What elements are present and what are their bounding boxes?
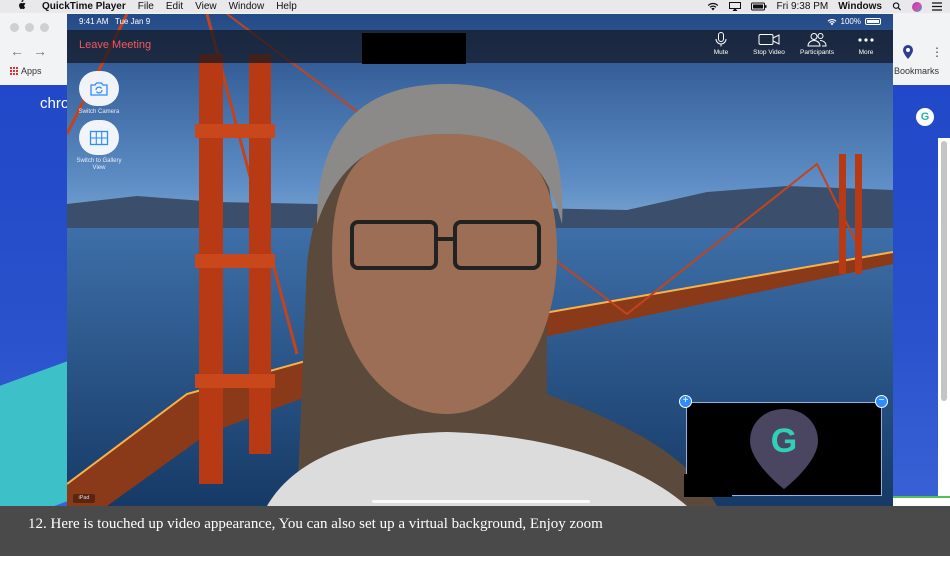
stop-video-label: Stop Video — [753, 49, 785, 56]
window-close-button[interactable] — [10, 23, 19, 32]
leave-meeting-button[interactable]: Leave Meeting — [79, 39, 151, 51]
redaction-box — [362, 33, 466, 64]
menu-extras: Fri 9:38 PM Windows — [707, 0, 942, 13]
mac-menu-bar: QuickTime Player File Edit View Window H… — [0, 0, 950, 13]
ipad-zoom-meeting-window: 9:41 AM Tue Jan 9 100% Leave Meeting Mut… — [67, 14, 893, 506]
pip-resize-handle-right[interactable]: − — [875, 395, 888, 408]
menu-view[interactable]: View — [195, 1, 217, 12]
microphone-icon — [715, 32, 727, 47]
notification-center-icon[interactable] — [932, 2, 942, 11]
bookmark-apps[interactable]: Apps — [10, 66, 42, 76]
ipad-battery-percent: 100% — [840, 17, 861, 26]
back-arrow-icon[interactable]: ← — [10, 43, 24, 59]
ipad-device-badge: iPad — [73, 494, 95, 503]
siri-icon[interactable] — [912, 1, 922, 12]
more-label: More — [858, 49, 874, 56]
grid-icon — [89, 130, 109, 145]
home-indicator[interactable] — [372, 500, 590, 503]
other-bookmarks[interactable]: Bookmarks — [894, 66, 939, 76]
ipad-status-bar: 9:41 AM Tue Jan 9 100% — [67, 14, 893, 30]
page-scrollbar[interactable] — [941, 141, 947, 401]
page-heading-fragment: chro — [40, 95, 70, 112]
caption-text: 12. Here is touched up video appearance,… — [28, 516, 603, 532]
participants-label: Participants — [800, 49, 834, 56]
menu-space-name[interactable]: Windows — [838, 1, 882, 12]
menu-help[interactable]: Help — [276, 1, 297, 12]
more-dots-icon — [858, 38, 874, 42]
camera-switch-icon — [90, 81, 108, 96]
window-zoom-button[interactable] — [40, 23, 49, 32]
chrome-menu-icon[interactable]: ⋮ — [931, 45, 943, 59]
menu-window[interactable]: Window — [229, 1, 265, 12]
menu-app-name[interactable]: QuickTime Player — [42, 1, 126, 12]
spotlight-search-icon[interactable] — [892, 2, 902, 11]
switch-camera-button[interactable] — [79, 71, 119, 106]
window-minimize-button[interactable] — [25, 23, 34, 32]
apps-label: Apps — [21, 66, 42, 76]
video-camera-icon — [758, 34, 780, 45]
participants-icon — [807, 33, 827, 47]
menu-file[interactable]: File — [138, 1, 154, 12]
switch-camera-label: Switch Camera — [78, 109, 120, 115]
more-button[interactable]: More — [836, 32, 893, 62]
pip-logo-letter: G — [771, 422, 797, 460]
airplay-icon[interactable] — [728, 2, 741, 11]
menu-edit[interactable]: Edit — [166, 1, 183, 12]
gallery-view-button[interactable] — [79, 120, 119, 155]
menu-clock[interactable]: Fri 9:38 PM — [777, 1, 829, 12]
redaction-box-small — [684, 474, 732, 497]
apple-icon[interactable] — [14, 0, 28, 13]
forward-arrow-icon[interactable]: → — [33, 43, 47, 59]
caption-bar: 12. Here is touched up video appearance,… — [0, 506, 950, 556]
location-pin-extension-icon[interactable] — [902, 45, 914, 59]
zoom-top-toolbar: Leave Meeting Mute Stop Video Participan… — [67, 30, 893, 63]
ipad-battery-icon — [865, 18, 881, 25]
profile-g-icon[interactable]: G — [916, 108, 934, 126]
ipad-time: 9:41 AM — [79, 17, 109, 26]
pip-resize-handle-left[interactable]: + — [679, 395, 692, 408]
ipad-date: Tue Jan 9 — [114, 17, 151, 26]
apps-grid-icon — [10, 67, 18, 75]
wifi-icon[interactable] — [707, 2, 719, 11]
decorative-teal-shape — [0, 360, 70, 526]
battery-icon[interactable] — [750, 2, 767, 11]
ipad-wifi-icon — [827, 18, 836, 25]
mute-label: Mute — [713, 49, 729, 56]
screen: QuickTime Player File Edit View Window H… — [0, 0, 950, 576]
gallery-view-label: Switch to Gallery View — [76, 158, 122, 171]
